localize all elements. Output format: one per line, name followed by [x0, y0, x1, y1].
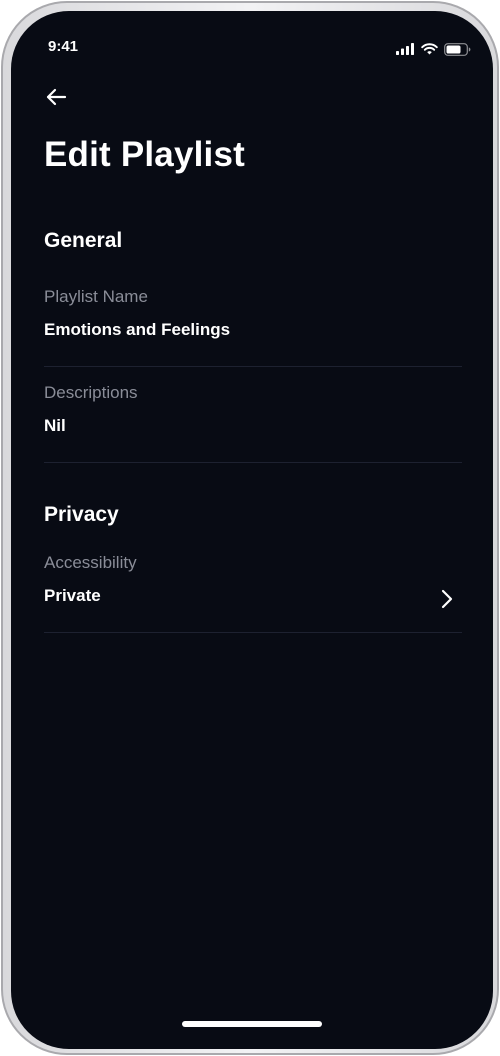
home-indicator[interactable]	[182, 1021, 322, 1027]
wifi-icon	[421, 43, 438, 55]
phone-frame: 9:41 Edit Playlist General Playlist Name…	[1, 1, 499, 1055]
descriptions-label: Descriptions	[44, 383, 138, 402]
accessibility-value: Private	[44, 586, 101, 605]
accessibility-label: Accessibility	[44, 553, 137, 572]
accessibility-field[interactable]: Accessibility Private	[44, 553, 462, 633]
chevron-right-icon	[441, 589, 453, 609]
playlist-name-value: Emotions and Feelings	[44, 320, 231, 339]
descriptions-field[interactable]: Descriptions Nil	[44, 383, 462, 463]
battery-icon	[444, 42, 471, 56]
section-title-general: General	[44, 229, 123, 252]
arrow-left-icon	[46, 88, 67, 106]
descriptions-value: Nil	[44, 416, 66, 435]
cellular-signal-icon	[396, 43, 414, 55]
status-icons	[396, 42, 471, 56]
section-title-privacy: Privacy	[44, 503, 119, 526]
playlist-name-field[interactable]: Playlist Name Emotions and Feelings	[44, 287, 462, 367]
status-time: 9:41	[48, 38, 79, 55]
page-title: Edit Playlist	[44, 135, 245, 174]
back-button[interactable]	[41, 83, 71, 111]
screen: 9:41 Edit Playlist General Playlist Name…	[11, 11, 493, 1049]
playlist-name-label: Playlist Name	[44, 287, 148, 306]
